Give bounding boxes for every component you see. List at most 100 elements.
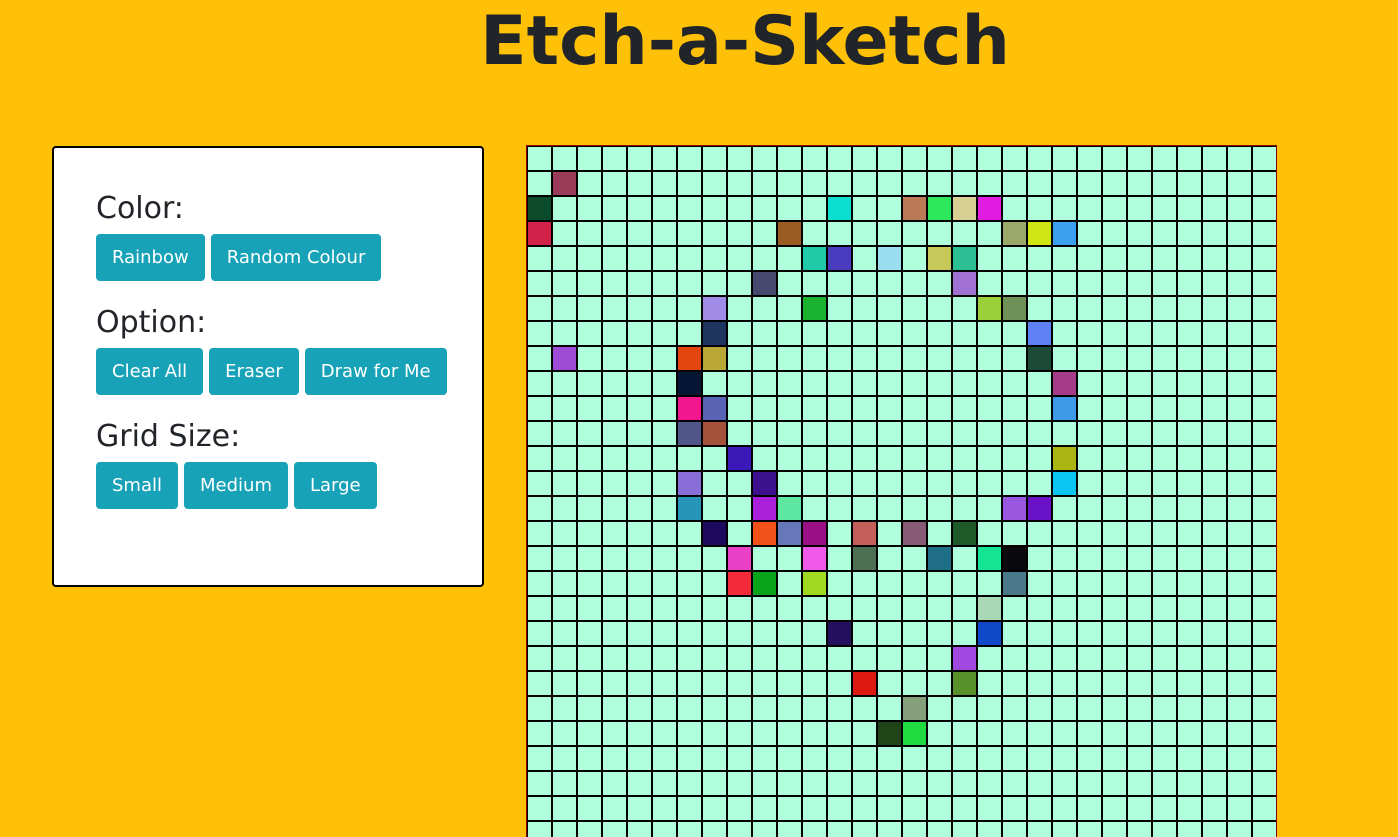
grid-cell[interactable] — [1053, 222, 1076, 245]
grid-cell[interactable] — [828, 447, 851, 470]
grid-cell[interactable] — [578, 372, 601, 395]
grid-cell[interactable] — [828, 822, 851, 837]
grid-cell[interactable] — [603, 597, 626, 620]
grid-cell[interactable] — [1153, 797, 1176, 820]
grid-cell[interactable] — [553, 472, 576, 495]
grid-cell[interactable] — [728, 397, 751, 420]
grid-cell[interactable] — [553, 272, 576, 295]
grid-cell[interactable] — [1228, 397, 1251, 420]
grid-cell[interactable] — [678, 247, 701, 270]
grid-cell[interactable] — [728, 622, 751, 645]
grid-cell[interactable] — [1003, 472, 1026, 495]
grid-cell[interactable] — [1103, 447, 1126, 470]
grid-cell[interactable] — [903, 697, 926, 720]
grid-cell[interactable] — [1003, 697, 1026, 720]
grid-cell[interactable] — [778, 797, 801, 820]
grid-cell[interactable] — [603, 697, 626, 720]
grid-cell[interactable] — [1228, 222, 1251, 245]
grid-cell[interactable] — [1178, 722, 1201, 745]
grid-cell[interactable] — [1153, 622, 1176, 645]
grid-cell[interactable] — [603, 422, 626, 445]
grid-cell[interactable] — [803, 572, 826, 595]
grid-cell[interactable] — [1203, 672, 1226, 695]
grid-cell[interactable] — [603, 322, 626, 345]
grid-cell[interactable] — [678, 472, 701, 495]
grid-cell[interactable] — [578, 347, 601, 370]
grid-cell[interactable] — [603, 272, 626, 295]
grid-cell[interactable] — [1253, 572, 1276, 595]
grid-cell[interactable] — [903, 422, 926, 445]
grid-cell[interactable] — [1078, 772, 1101, 795]
grid-cell[interactable] — [828, 672, 851, 695]
grid-cell[interactable] — [1003, 422, 1026, 445]
grid-cell[interactable] — [728, 272, 751, 295]
grid-cell[interactable] — [528, 647, 551, 670]
grid-cell[interactable] — [753, 647, 776, 670]
grid-cell[interactable] — [1103, 672, 1126, 695]
grid-cell[interactable] — [753, 697, 776, 720]
grid-cell[interactable] — [1128, 697, 1151, 720]
grid-cell[interactable] — [753, 222, 776, 245]
grid-cell[interactable] — [753, 347, 776, 370]
grid-cell[interactable] — [1228, 547, 1251, 570]
grid-cell[interactable] — [828, 297, 851, 320]
grid-cell[interactable] — [928, 197, 951, 220]
rainbow-button[interactable]: Rainbow — [96, 234, 205, 281]
grid-cell[interactable] — [1128, 522, 1151, 545]
grid-cell[interactable] — [1203, 297, 1226, 320]
grid-cell[interactable] — [703, 597, 726, 620]
grid-cell[interactable] — [628, 647, 651, 670]
grid-cell[interactable] — [828, 322, 851, 345]
grid-cell[interactable] — [1228, 747, 1251, 770]
grid-cell[interactable] — [903, 297, 926, 320]
grid-cell[interactable] — [1028, 147, 1051, 170]
grid-cell[interactable] — [1003, 747, 1026, 770]
grid-cell[interactable] — [653, 572, 676, 595]
grid-cell[interactable] — [1003, 672, 1026, 695]
grid-cell[interactable] — [653, 197, 676, 220]
grid-cell[interactable] — [628, 222, 651, 245]
grid-cell[interactable] — [903, 222, 926, 245]
grid-cell[interactable] — [753, 572, 776, 595]
grid-cell[interactable] — [928, 447, 951, 470]
grid-cell[interactable] — [1003, 147, 1026, 170]
grid-cell[interactable] — [853, 572, 876, 595]
grid-cell[interactable] — [1003, 372, 1026, 395]
grid-cell[interactable] — [1253, 772, 1276, 795]
grid-cell[interactable] — [903, 372, 926, 395]
grid-cell[interactable] — [828, 372, 851, 395]
grid-cell[interactable] — [903, 547, 926, 570]
grid-cell[interactable] — [778, 172, 801, 195]
grid-cell[interactable] — [1128, 547, 1151, 570]
grid-cell[interactable] — [1028, 697, 1051, 720]
grid-cell[interactable] — [653, 772, 676, 795]
grid-cell[interactable] — [1053, 497, 1076, 520]
grid-cell[interactable] — [1003, 447, 1026, 470]
grid-cell[interactable] — [678, 722, 701, 745]
grid-cell[interactable] — [1028, 522, 1051, 545]
grid-cell[interactable] — [1053, 397, 1076, 420]
grid-cell[interactable] — [928, 222, 951, 245]
grid-cell[interactable] — [1203, 322, 1226, 345]
grid-cell[interactable] — [978, 797, 1001, 820]
grid-cell[interactable] — [603, 622, 626, 645]
grid-cell[interactable] — [628, 147, 651, 170]
grid-cell[interactable] — [1103, 247, 1126, 270]
grid-cell[interactable] — [1053, 822, 1076, 837]
grid-cell[interactable] — [1078, 647, 1101, 670]
grid-cell[interactable] — [1028, 747, 1051, 770]
grid-cell[interactable] — [1028, 297, 1051, 320]
grid-cell[interactable] — [1228, 622, 1251, 645]
grid-cell[interactable] — [1053, 197, 1076, 220]
grid-cell[interactable] — [978, 672, 1001, 695]
grid-cell[interactable] — [978, 322, 1001, 345]
grid-cell[interactable] — [1078, 197, 1101, 220]
grid-cell[interactable] — [603, 722, 626, 745]
grid-cell[interactable] — [1128, 247, 1151, 270]
grid-cell[interactable] — [1203, 697, 1226, 720]
grid-cell[interactable] — [878, 497, 901, 520]
grid-cell[interactable] — [553, 222, 576, 245]
grid-cell[interactable] — [1103, 272, 1126, 295]
grid-cell[interactable] — [703, 672, 726, 695]
grid-cell[interactable] — [753, 322, 776, 345]
